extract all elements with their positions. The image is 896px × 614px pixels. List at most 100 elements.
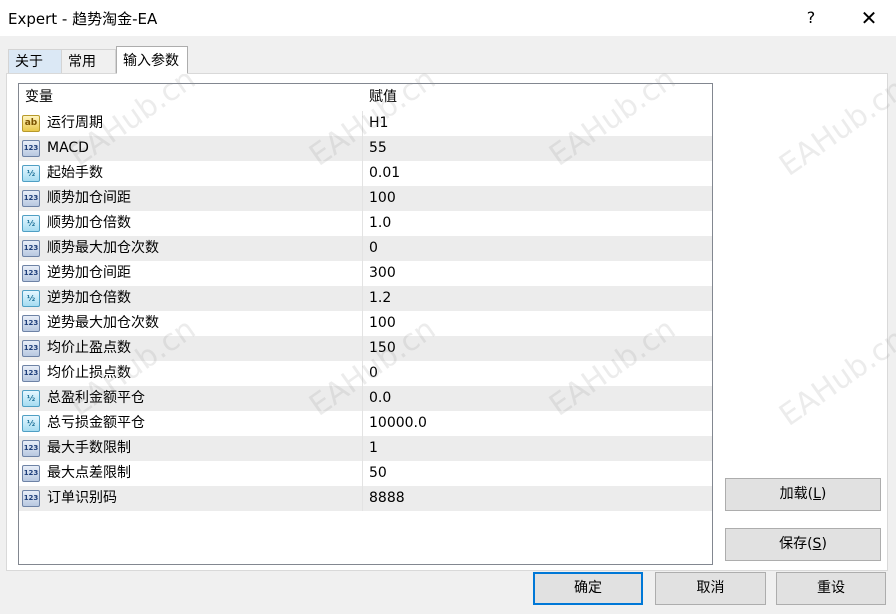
param-value[interactable]: 8888 xyxy=(369,486,405,511)
column-divider xyxy=(362,411,363,436)
column-divider xyxy=(362,461,363,486)
param-name: 逆势加仓间距 xyxy=(47,265,131,281)
tab-about[interactable]: 关于 xyxy=(8,49,62,73)
save-button-label: 保存( xyxy=(779,536,813,552)
param-name: 总盈利金额平仓 xyxy=(47,390,145,406)
header-value: 赋值 xyxy=(369,89,397,105)
column-divider xyxy=(362,336,363,361)
integer-type-icon: 123 xyxy=(22,315,40,332)
double-type-icon: ½ xyxy=(22,165,40,182)
column-divider xyxy=(362,236,363,261)
integer-type-icon: 123 xyxy=(22,190,40,207)
integer-type-icon: 123 xyxy=(22,340,40,357)
param-name: 顺势最大加仓次数 xyxy=(47,240,159,256)
param-name: 最大手数限制 xyxy=(47,440,131,456)
table-row[interactable]: 123 顺势最大加仓次数 0 xyxy=(19,236,712,261)
load-button-suffix: ) xyxy=(820,486,827,502)
table-row[interactable]: 123 均价止盈点数 150 xyxy=(19,336,712,361)
tab-common[interactable]: 常用 xyxy=(62,49,116,73)
param-name: 顺势加仓间距 xyxy=(47,190,131,206)
param-name: 运行周期 xyxy=(47,115,103,131)
param-value[interactable]: 10000.0 xyxy=(369,411,427,436)
param-name: 总亏损金额平仓 xyxy=(47,415,145,431)
table-row[interactable]: 123 MACD 55 xyxy=(19,136,712,161)
param-name: 逆势加仓倍数 xyxy=(47,290,131,306)
param-value[interactable]: 55 xyxy=(369,136,387,161)
load-button[interactable]: 加载(L) xyxy=(725,478,881,511)
window-title: Expert - 趋势淘金-EA xyxy=(8,10,158,28)
table-header: 变量 赋值 xyxy=(19,84,712,111)
double-type-icon: ½ xyxy=(22,390,40,407)
integer-type-icon: 123 xyxy=(22,265,40,282)
integer-type-icon: 123 xyxy=(22,365,40,382)
parameters-table[interactable]: 变量 赋值 ab 运行周期 H1 123 MACD 55 ½ 起始手数 0.01 123 顺势加仓间… xyxy=(18,83,713,565)
string-type-icon: ab xyxy=(22,115,40,132)
param-value[interactable]: 1.2 xyxy=(369,286,391,311)
table-row[interactable]: 123 最大手数限制 1 xyxy=(19,436,712,461)
param-value[interactable]: 300 xyxy=(369,261,396,286)
param-name: 逆势最大加仓次数 xyxy=(47,315,159,331)
integer-type-icon: 123 xyxy=(22,465,40,482)
double-type-icon: ½ xyxy=(22,215,40,232)
table-row[interactable]: 123 均价止损点数 0 xyxy=(19,361,712,386)
table-row[interactable]: 123 逆势加仓间距 300 xyxy=(19,261,712,286)
save-button-suffix: ) xyxy=(821,536,827,552)
param-name: MACD xyxy=(47,140,89,156)
column-divider xyxy=(362,361,363,386)
param-name: 最大点差限制 xyxy=(47,465,131,481)
param-value[interactable]: 100 xyxy=(369,186,396,211)
column-divider xyxy=(362,311,363,336)
column-divider xyxy=(362,186,363,211)
param-name: 起始手数 xyxy=(47,165,103,181)
integer-type-icon: 123 xyxy=(22,140,40,157)
reset-button[interactable]: 重设 xyxy=(776,572,886,605)
double-type-icon: ½ xyxy=(22,290,40,307)
table-row[interactable]: ½ 逆势加仓倍数 1.2 xyxy=(19,286,712,311)
table-row[interactable]: 123 订单识别码 8888 xyxy=(19,486,712,511)
param-name: 顺势加仓倍数 xyxy=(47,215,131,231)
param-value[interactable]: 150 xyxy=(369,336,396,361)
column-divider xyxy=(362,211,363,236)
column-divider xyxy=(362,286,363,311)
table-row[interactable]: 123 逆势最大加仓次数 100 xyxy=(19,311,712,336)
table-row[interactable]: ½ 总亏损金额平仓 10000.0 xyxy=(19,411,712,436)
header-variable: 变量 xyxy=(25,89,53,105)
param-value[interactable]: 100 xyxy=(369,311,396,336)
table-row[interactable]: ½ 起始手数 0.01 xyxy=(19,161,712,186)
integer-type-icon: 123 xyxy=(22,490,40,507)
close-button[interactable]: ✕ xyxy=(852,4,886,32)
param-value[interactable]: 0.01 xyxy=(369,161,400,186)
param-name: 均价止盈点数 xyxy=(47,340,131,356)
help-button[interactable]: ? xyxy=(796,4,826,32)
load-button-label: 加载( xyxy=(779,486,814,502)
tab-inputs[interactable]: 输入参数 xyxy=(116,46,188,74)
column-divider xyxy=(362,136,363,161)
ok-button[interactable]: 确定 xyxy=(533,572,643,605)
param-name: 订单识别码 xyxy=(47,490,117,506)
param-value[interactable]: 0 xyxy=(369,236,378,261)
double-type-icon: ½ xyxy=(22,415,40,432)
param-name: 均价止损点数 xyxy=(47,365,131,381)
integer-type-icon: 123 xyxy=(22,440,40,457)
title-bar: Expert - 趋势淘金-EA ? ✕ xyxy=(0,0,896,36)
param-value[interactable]: H1 xyxy=(369,111,388,136)
save-button[interactable]: 保存(S) xyxy=(725,528,881,561)
integer-type-icon: 123 xyxy=(22,240,40,257)
column-divider xyxy=(362,386,363,411)
param-value[interactable]: 1.0 xyxy=(369,211,391,236)
column-divider xyxy=(362,161,363,186)
table-row[interactable]: ½ 总盈利金额平仓 0.0 xyxy=(19,386,712,411)
table-row[interactable]: 123 顺势加仓间距 100 xyxy=(19,186,712,211)
table-row[interactable]: ab 运行周期 H1 xyxy=(19,111,712,136)
param-value[interactable]: 1 xyxy=(369,436,378,461)
param-value[interactable]: 50 xyxy=(369,461,387,486)
column-divider xyxy=(362,486,363,511)
column-divider xyxy=(362,111,363,136)
table-row[interactable]: ½ 顺势加仓倍数 1.0 xyxy=(19,211,712,236)
param-value[interactable]: 0 xyxy=(369,361,378,386)
param-value[interactable]: 0.0 xyxy=(369,386,391,411)
load-button-key: L xyxy=(813,486,821,502)
cancel-button[interactable]: 取消 xyxy=(655,572,766,605)
table-row[interactable]: 123 最大点差限制 50 xyxy=(19,461,712,486)
column-divider xyxy=(362,261,363,286)
